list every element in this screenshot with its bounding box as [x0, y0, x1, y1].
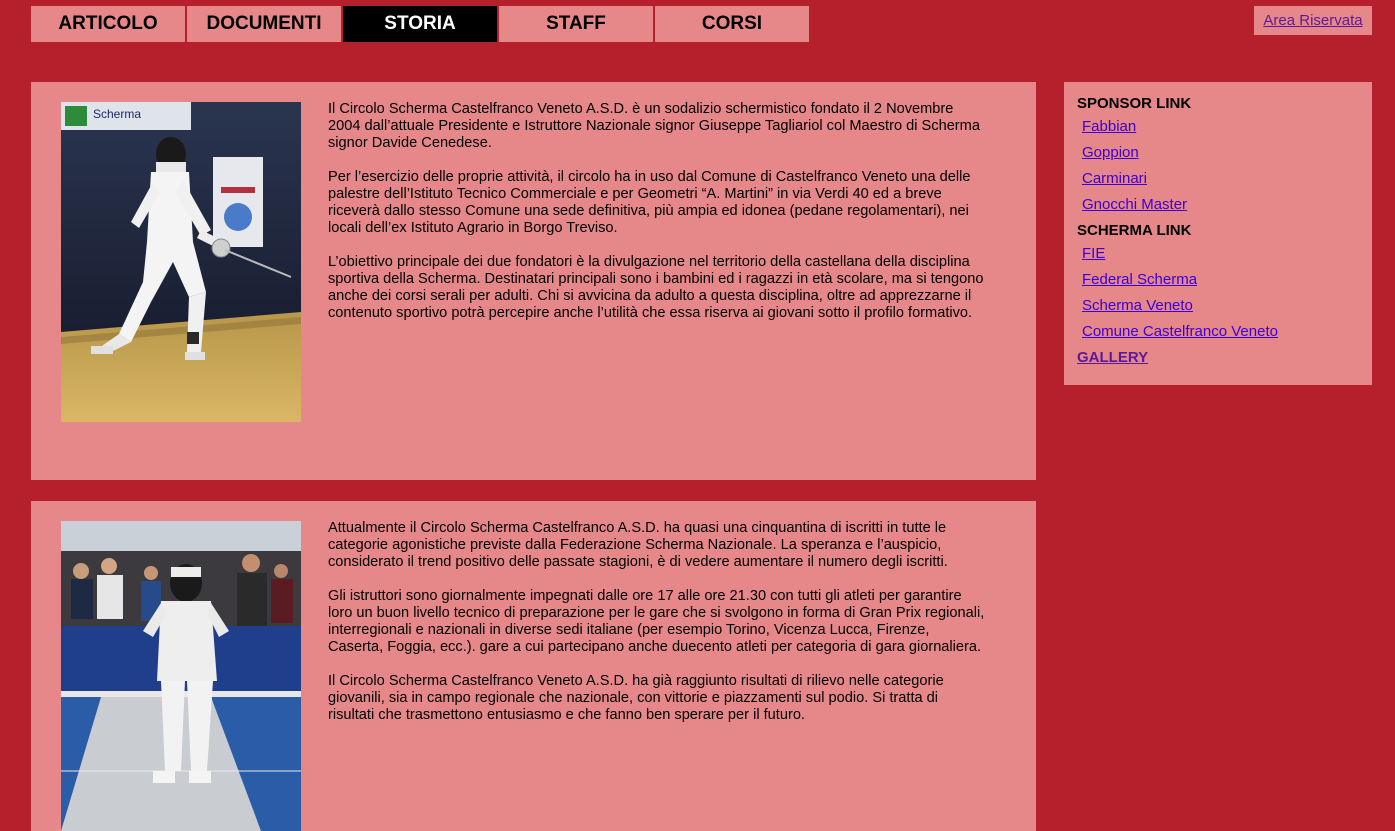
sponsor-link-fabbian[interactable]: Fabbian: [1082, 118, 1136, 135]
paragraph: Il Circolo Scherma Castelfranco Veneto A…: [328, 673, 944, 723]
scherma-link-comune-castelfranco[interactable]: Comune Castelfranco Veneto: [1082, 323, 1278, 340]
paragraph: Per l’esercizio delle proprie attività, …: [328, 169, 971, 236]
history-text-1: Il Circolo Scherma Castelfranco Veneto A…: [328, 101, 988, 339]
tab-storia[interactable]: STORIA: [343, 6, 499, 42]
history-text-2: Attualmente il Circolo Scherma Castelfra…: [328, 520, 988, 741]
links-sidebar: SPONSOR LINK Fabbian Goppion Carminari G…: [1064, 82, 1372, 385]
tab-documenti[interactable]: DOCUMENTI: [187, 6, 343, 42]
history-panel-1: Scherma Il Circolo Scherma Castelfranco …: [31, 82, 1036, 480]
sponsor-link-goppion[interactable]: Goppion: [1082, 144, 1139, 161]
scherma-link-heading: SCHERMA LINK: [1077, 222, 1192, 239]
paragraph: Il Circolo Scherma Castelfranco Veneto A…: [328, 101, 980, 151]
paragraph: Gli istruttori sono giornalmente impegna…: [328, 588, 985, 655]
paragraph: L’obiettivo principale dei due fondatori…: [328, 254, 984, 321]
tab-corsi[interactable]: CORSI: [655, 6, 809, 42]
gallery-link[interactable]: GALLERY: [1077, 349, 1148, 366]
banner-text: Scherma: [93, 107, 141, 121]
sponsor-link-carminari[interactable]: Carminari: [1082, 170, 1147, 187]
area-riservata-link[interactable]: Area Riservata: [1254, 6, 1372, 35]
paragraph: Attualmente il Circolo Scherma Castelfra…: [328, 520, 948, 570]
tab-staff[interactable]: STAFF: [499, 6, 655, 42]
main-nav: ARTICOLO DOCUMENTI STORIA STAFF CORSI: [31, 6, 809, 42]
scherma-link-federal-scherma[interactable]: Federal Scherma: [1082, 271, 1197, 288]
fencer-lunge-photo: Scherma: [61, 102, 301, 422]
scherma-link-scherma-veneto[interactable]: Scherma Veneto: [1082, 297, 1193, 314]
scherma-link-fie[interactable]: FIE: [1082, 245, 1105, 262]
sponsor-link-heading: SPONSOR LINK: [1077, 95, 1192, 112]
history-panel-2: Attualmente il Circolo Scherma Castelfra…: [31, 501, 1036, 831]
young-fencer-photo: [61, 521, 301, 831]
sponsor-link-gnocchi-master[interactable]: Gnocchi Master: [1082, 196, 1187, 213]
tab-articolo[interactable]: ARTICOLO: [31, 6, 187, 42]
